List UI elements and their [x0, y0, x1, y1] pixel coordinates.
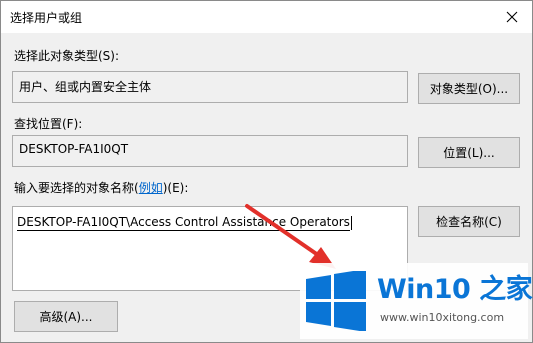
watermark-url: www.win10xitong.com — [380, 311, 505, 324]
watermark-brand-name: Win10 之家 — [377, 274, 533, 305]
win10-watermark: Win10 之家 www.win10xitong.com — [300, 263, 533, 339]
windows-logo-icon — [306, 271, 366, 331]
